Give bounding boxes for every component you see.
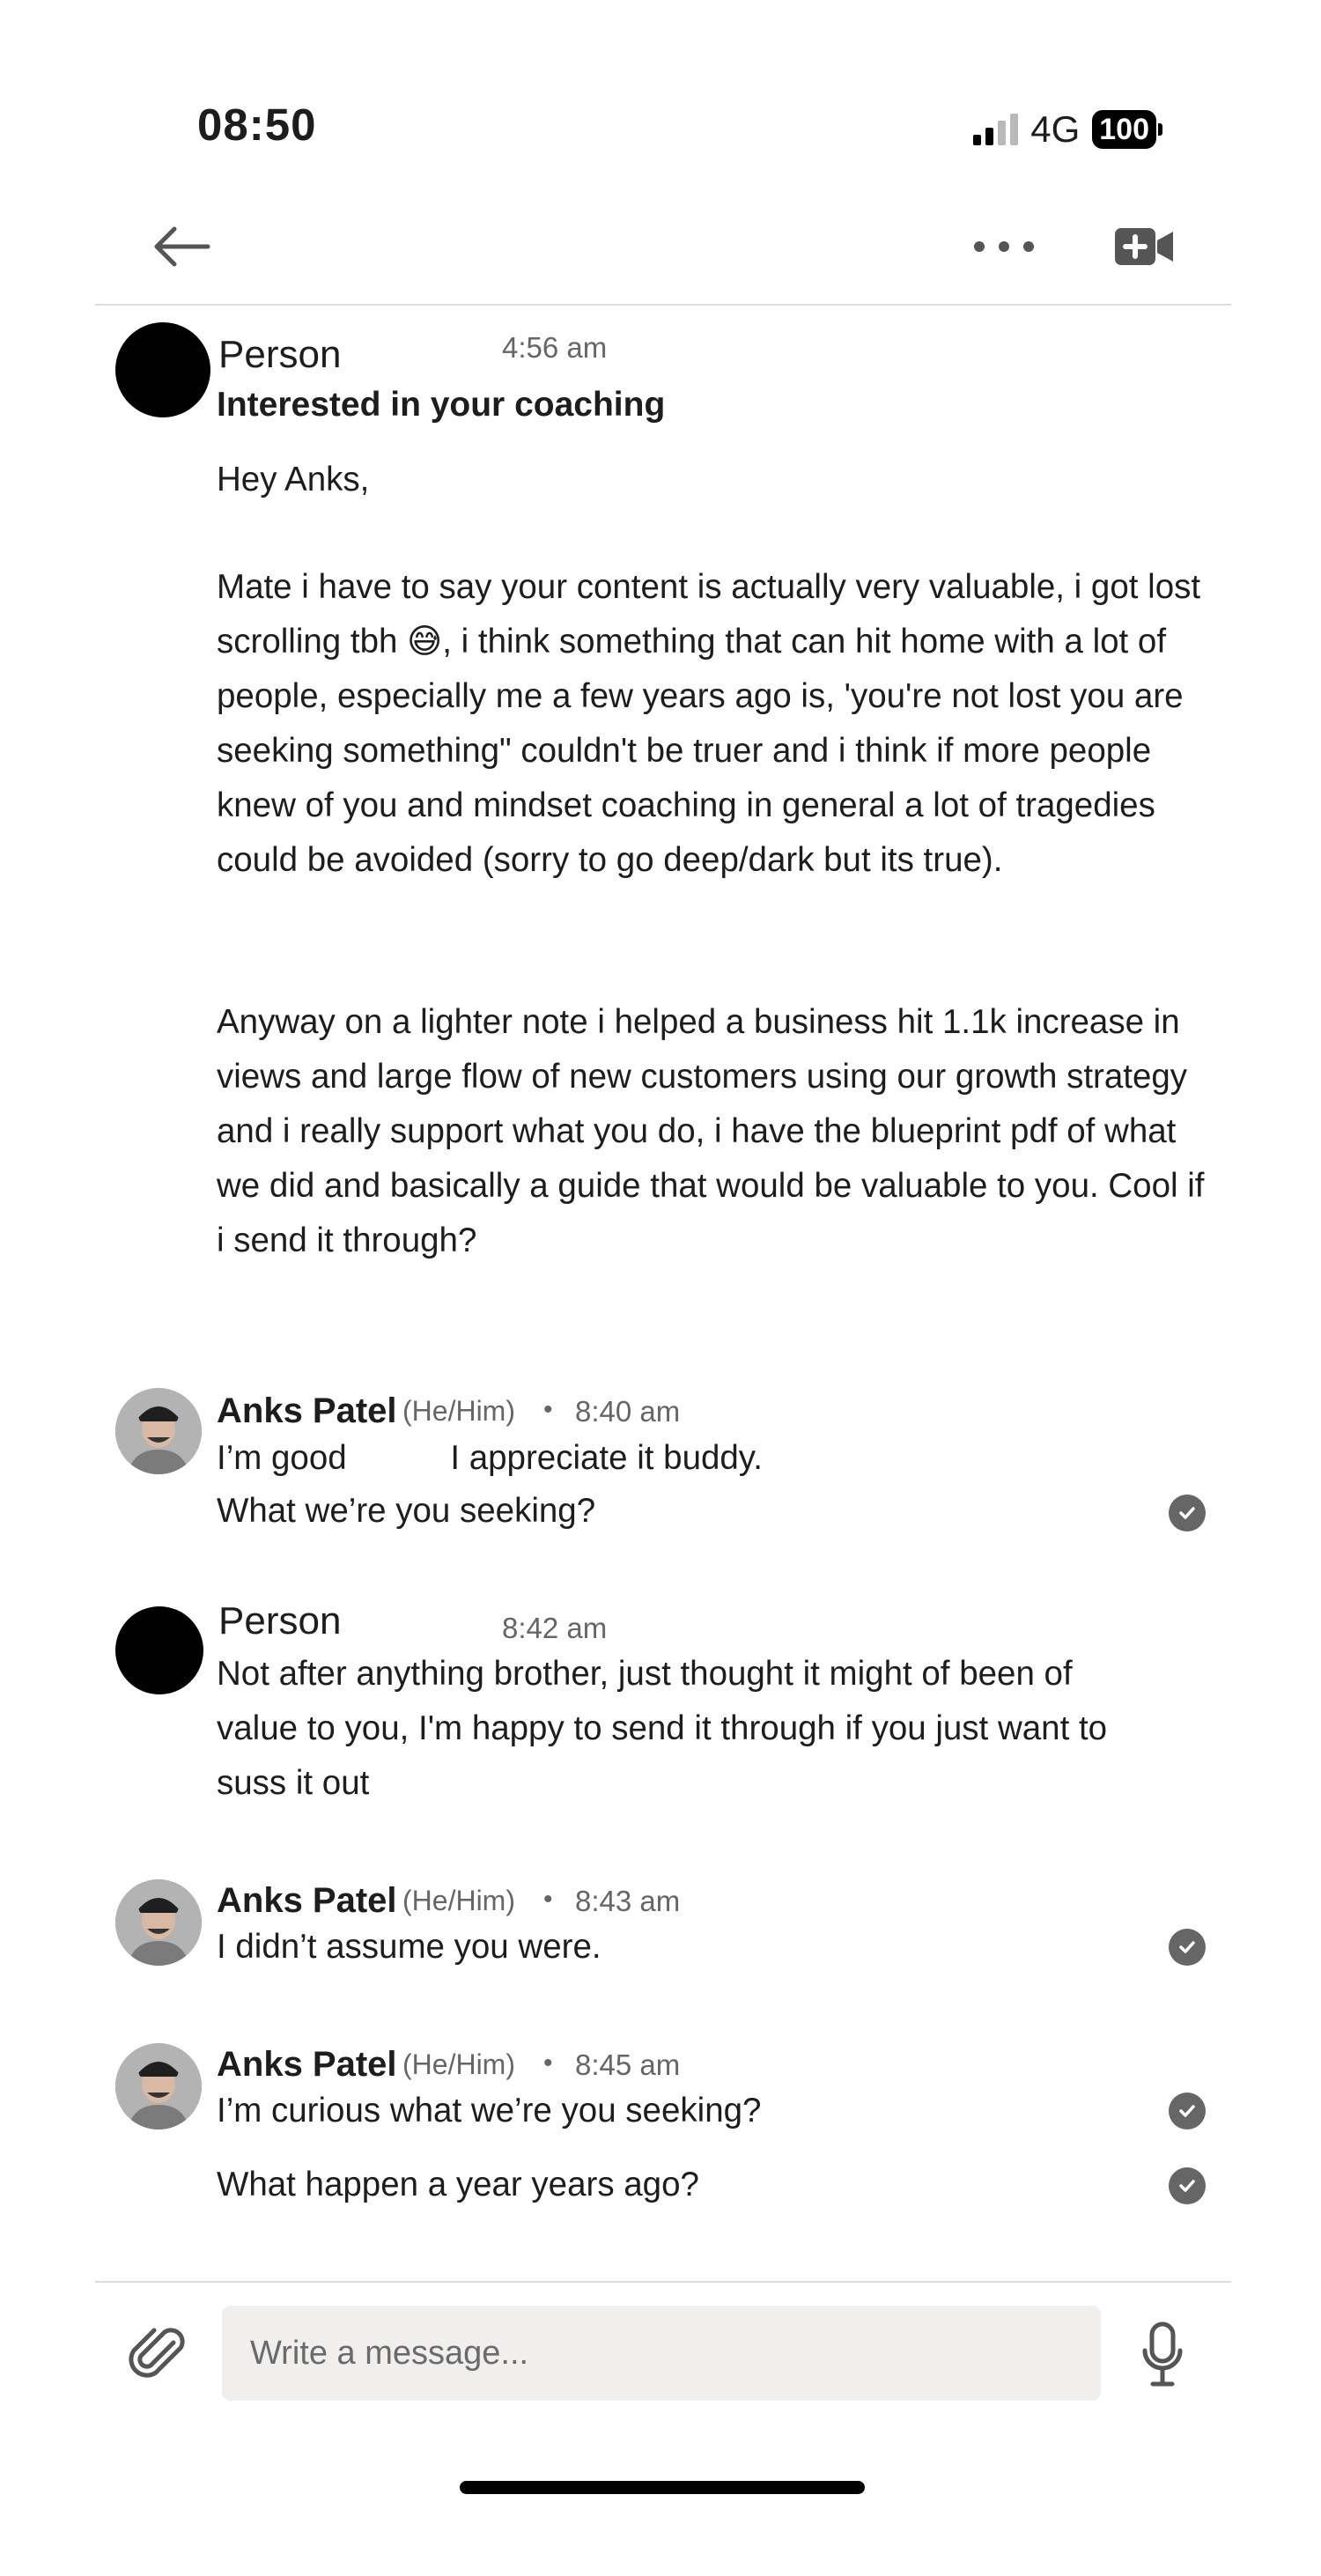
paperclip-icon bbox=[129, 2328, 185, 2378]
network-type: 4G bbox=[1030, 108, 1081, 150]
read-receipt-icon bbox=[1169, 2093, 1206, 2129]
sender-name[interactable]: Person bbox=[218, 1599, 341, 1643]
message-time: 8:45 am bbox=[575, 2048, 681, 2081]
home-indicator[interactable] bbox=[460, 2481, 865, 2494]
avatar[interactable] bbox=[115, 1879, 202, 1966]
status-indicators: 4G 100 bbox=[973, 106, 1162, 153]
sender-name[interactable]: Person bbox=[218, 333, 341, 377]
profile-photo-icon bbox=[115, 2043, 202, 2129]
arrow-left-icon bbox=[154, 226, 210, 267]
avatar[interactable] bbox=[115, 1388, 202, 1474]
message-text: I’m good I appreciate it buddy. bbox=[217, 1439, 763, 1477]
message-text: Not after anything brother, just thought… bbox=[217, 1655, 1108, 1802]
separator: • bbox=[543, 1395, 553, 1424]
video-plus-icon bbox=[1115, 228, 1173, 265]
sender-name[interactable]: Anks Patel bbox=[217, 1391, 397, 1431]
message-text: I’m curious what we’re you seeking? bbox=[217, 2092, 762, 2129]
message-time: 4:56 am bbox=[502, 331, 608, 364]
status-time: 08:50 bbox=[197, 100, 317, 150]
profile-photo-icon bbox=[115, 1388, 202, 1474]
sender-pronouns: (He/Him) bbox=[402, 1885, 515, 1916]
message-time: 8:40 am bbox=[575, 1395, 681, 1428]
voice-message-button[interactable] bbox=[1140, 2321, 1184, 2389]
separator: • bbox=[543, 2048, 553, 2078]
cellular-signal-icon bbox=[973, 114, 1019, 145]
avatar[interactable] bbox=[115, 322, 210, 417]
avatar[interactable] bbox=[115, 1606, 203, 1694]
attach-button[interactable] bbox=[128, 2323, 191, 2387]
message-text: Hey Anks, bbox=[217, 461, 370, 498]
separator: • bbox=[543, 1885, 553, 1914]
sender-pronouns: (He/Him) bbox=[402, 2048, 515, 2080]
message-text: What happen a year years ago? bbox=[217, 2166, 699, 2203]
message-time: 8:42 am bbox=[502, 1612, 608, 1644]
read-receipt-icon bbox=[1169, 1929, 1206, 1966]
header-divider bbox=[95, 304, 1231, 306]
start-video-call-button[interactable] bbox=[1110, 220, 1180, 273]
conversation-screen: 08:50 4G 100 Person 4:56 am Interested i… bbox=[0, 0, 1321, 2576]
message-text: What we’re you seeking? bbox=[217, 1492, 596, 1530]
message-subject: Interested in your coaching bbox=[217, 386, 666, 424]
avatar[interactable] bbox=[115, 2043, 202, 2129]
battery-icon: 100 bbox=[1092, 110, 1162, 149]
microphone-icon bbox=[1142, 2321, 1183, 2387]
read-receipt-icon bbox=[1169, 2167, 1206, 2204]
message-text: I didn’t assume you were. bbox=[217, 1928, 601, 1966]
sender-name[interactable]: Anks Patel bbox=[217, 2045, 397, 2085]
composer-divider bbox=[95, 2281, 1231, 2283]
sender-pronouns: (He/Him) bbox=[402, 1395, 515, 1427]
sender-name[interactable]: Anks Patel bbox=[217, 1881, 397, 1921]
more-options-button[interactable] bbox=[969, 225, 1039, 269]
message-text: Mate i have to say your content is actua… bbox=[217, 568, 1201, 879]
battery-level: 100 bbox=[1092, 110, 1156, 149]
profile-photo-icon bbox=[115, 1879, 202, 1966]
back-button[interactable] bbox=[145, 216, 216, 277]
message-time: 8:43 am bbox=[575, 1885, 681, 1917]
message-input[interactable] bbox=[222, 2306, 1101, 2401]
more-horizontal-icon bbox=[974, 241, 1034, 252]
message-text: Anyway on a lighter note i helped a busi… bbox=[217, 1003, 1205, 1259]
read-receipt-icon bbox=[1169, 1495, 1206, 1532]
